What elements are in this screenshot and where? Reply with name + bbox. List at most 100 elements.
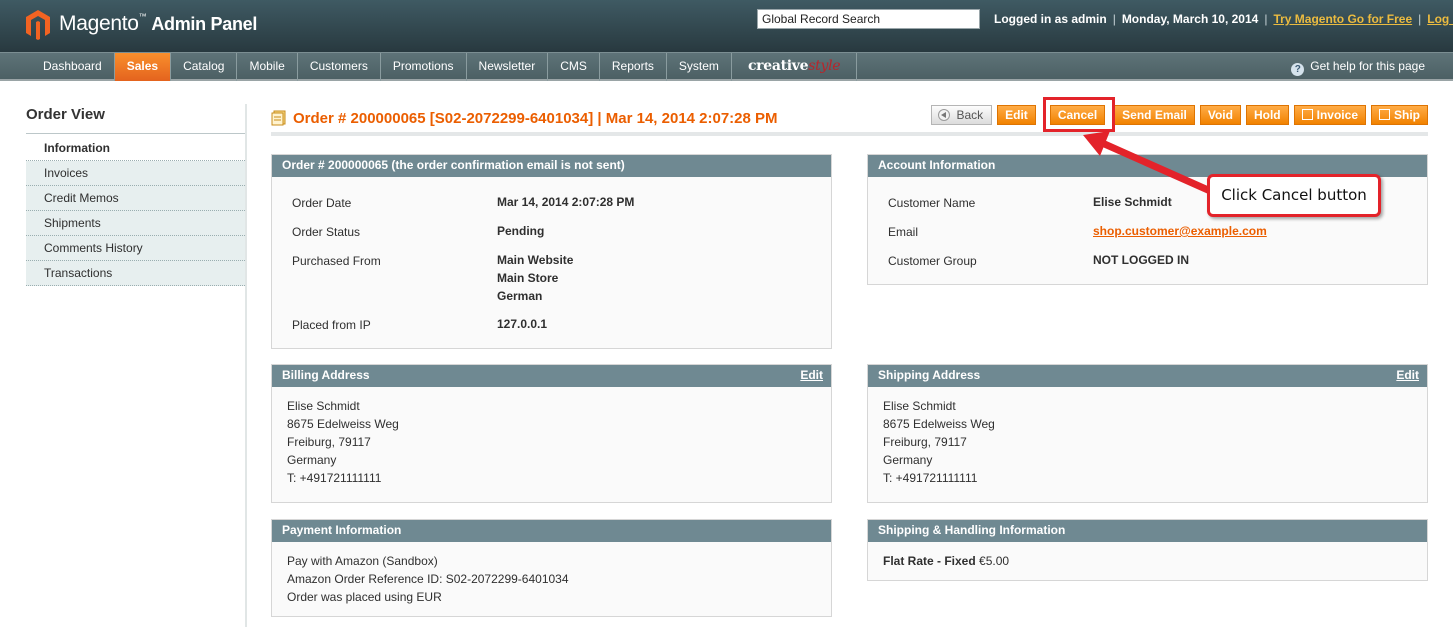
shipping-method-price: €5.00 bbox=[979, 554, 1010, 568]
shipping-line: Elise Schmidt bbox=[883, 399, 956, 413]
logo-brand: Magento bbox=[59, 12, 139, 35]
admin-header: Magento™ Admin Panel Logged in as admin | M… bbox=[0, 0, 1453, 52]
customer-group-value: NOT LOGGED IN bbox=[1093, 253, 1189, 267]
title-divider bbox=[271, 132, 1428, 136]
creative-text: creative bbox=[747, 58, 809, 74]
cancel-highlight-annotation bbox=[1043, 97, 1115, 132]
purchased-store: Main Store bbox=[497, 271, 559, 285]
header-date: Monday, March 10, 2014 bbox=[1121, 12, 1259, 26]
billing-edit-link[interactable]: Edit bbox=[800, 365, 823, 386]
order-info-box: Order # 200000065 (the order confirmatio… bbox=[271, 154, 832, 349]
shipping-line: Germany bbox=[883, 453, 933, 467]
help-icon: ? bbox=[1291, 63, 1305, 76]
tab-shipments[interactable]: Shipments bbox=[26, 211, 245, 236]
invoice-label: Invoice bbox=[1316, 108, 1358, 122]
logout-link[interactable]: Log Out bbox=[1427, 12, 1453, 26]
email-label: Email bbox=[888, 225, 919, 239]
header-user-info: Logged in as admin | Monday, March 10, 201… bbox=[994, 12, 1453, 26]
nav-creativestyle[interactable]: creativestyle bbox=[732, 53, 858, 81]
billing-line: Elise Schmidt bbox=[287, 399, 360, 413]
shipping-edit-link[interactable]: Edit bbox=[1396, 365, 1419, 386]
placed-ip-label: Placed from IP bbox=[292, 318, 371, 332]
tab-transactions[interactable]: Transactions bbox=[26, 261, 245, 286]
help-label: Get help for this page bbox=[1310, 59, 1425, 73]
order-date-value: Mar 14, 2014 2:07:28 PM bbox=[497, 195, 635, 209]
billing-address-box: Billing Address Edit Elise Schmidt 8675 E… bbox=[271, 364, 832, 503]
ship-label: Ship bbox=[1394, 108, 1420, 122]
payment-line: Pay with Amazon (Sandbox) bbox=[287, 554, 438, 568]
billing-line: 8675 Edelweiss Weg bbox=[287, 417, 399, 431]
logo-tm: ™ bbox=[138, 12, 147, 21]
order-date-label: Order Date bbox=[292, 196, 352, 210]
ship-button[interactable]: Ship bbox=[1371, 105, 1428, 125]
purchased-storeview: German bbox=[497, 289, 543, 303]
order-icon bbox=[271, 110, 286, 126]
help-link[interactable]: ? Get help for this page bbox=[1291, 53, 1425, 81]
shipping-line: T: +491721111111 bbox=[883, 471, 978, 485]
global-search-input[interactable] bbox=[757, 9, 980, 29]
send-email-button[interactable]: Send Email bbox=[1114, 105, 1195, 125]
order-status-value: Pending bbox=[497, 224, 545, 238]
sidebar-divider bbox=[26, 133, 245, 134]
billing-address-header: Billing Address Edit bbox=[272, 365, 831, 387]
tab-comments-history[interactable]: Comments History bbox=[26, 236, 245, 261]
shipping-method-box: Shipping & Handling Information Flat Rat… bbox=[867, 519, 1428, 581]
customer-name-label: Customer Name bbox=[888, 196, 976, 210]
payment-info-header: Payment Information bbox=[272, 520, 831, 542]
tab-credit-memos[interactable]: Credit Memos bbox=[26, 186, 245, 211]
sidebar-title: Order View bbox=[26, 106, 105, 123]
invoice-button[interactable]: Invoice bbox=[1293, 105, 1366, 125]
tab-information[interactable]: Information bbox=[26, 136, 245, 161]
separator: | bbox=[1112, 12, 1116, 26]
customer-group-label: Customer Group bbox=[888, 254, 977, 268]
logged-in-text: Logged in as admin bbox=[994, 12, 1107, 26]
hold-button[interactable]: Hold bbox=[1245, 105, 1289, 125]
billing-line: T: +491721111111 bbox=[287, 471, 382, 485]
invoice-icon bbox=[1301, 109, 1313, 120]
logo-sub: Admin Panel bbox=[151, 14, 258, 34]
purchased-website: Main Website bbox=[497, 253, 574, 267]
click-cancel-callout: Click Cancel button bbox=[1207, 174, 1381, 217]
nav-mobile[interactable]: Mobile bbox=[237, 53, 298, 81]
separator: | bbox=[1418, 12, 1422, 26]
shipping-method-header: Shipping & Handling Information bbox=[868, 520, 1427, 542]
nav-reports[interactable]: Reports bbox=[600, 53, 667, 81]
nav-dashboard[interactable]: Dashboard bbox=[27, 53, 115, 81]
edit-button[interactable]: Edit bbox=[997, 105, 1036, 125]
nav-catalog[interactable]: Catalog bbox=[171, 53, 238, 81]
shipping-address-box: Shipping Address Edit Elise Schmidt 8675 … bbox=[867, 364, 1428, 503]
billing-line: Germany bbox=[287, 453, 337, 467]
back-button[interactable]: Back bbox=[931, 105, 993, 125]
try-magento-link[interactable]: Try Magento Go for Free bbox=[1273, 12, 1412, 26]
shipping-address-header: Shipping Address Edit bbox=[868, 365, 1427, 387]
shipping-method-line: Flat Rate - Fixed €5.00 bbox=[883, 554, 1009, 568]
shipping-address-title: Shipping Address bbox=[878, 368, 981, 382]
shipping-method-name: Flat Rate - Fixed bbox=[883, 554, 976, 568]
style-text: style bbox=[808, 58, 841, 74]
payment-info-box: Payment Information Pay with Amazon (San… bbox=[271, 519, 832, 617]
nav-customers[interactable]: Customers bbox=[298, 53, 381, 81]
magento-logo-icon bbox=[26, 10, 50, 40]
order-info-header: Order # 200000065 (the order confirmatio… bbox=[272, 155, 831, 177]
payment-line: Order was placed using EUR bbox=[287, 590, 442, 604]
nav-sales[interactable]: Sales bbox=[114, 53, 172, 81]
nav-newsletter[interactable]: Newsletter bbox=[467, 53, 549, 81]
customer-email-link[interactable]: shop.customer@example.com bbox=[1093, 224, 1267, 238]
order-tabs: Information Invoices Credit Memos Shipme… bbox=[26, 136, 245, 286]
back-arrow-icon bbox=[938, 109, 951, 121]
main-nav: Dashboard Sales Catalog Mobile Customers… bbox=[0, 52, 1453, 81]
shipping-line: 8675 Edelweiss Weg bbox=[883, 417, 995, 431]
nav-promotions[interactable]: Promotions bbox=[381, 53, 467, 81]
separator: | bbox=[1264, 12, 1268, 26]
placed-ip-value: 127.0.0.1 bbox=[497, 317, 548, 331]
tab-invoices[interactable]: Invoices bbox=[26, 161, 245, 186]
annotation-arrow-icon bbox=[1083, 131, 1212, 194]
order-action-buttons: Back Edit Cancel Send Email Void Hold In… bbox=[926, 105, 1428, 125]
page-title: Order # 200000065 [S02-2072299-6401034] … bbox=[293, 110, 778, 127]
column-divider bbox=[245, 104, 247, 627]
ship-icon bbox=[1379, 109, 1390, 120]
void-button[interactable]: Void bbox=[1199, 105, 1241, 125]
billing-address-title: Billing Address bbox=[282, 368, 370, 382]
nav-system[interactable]: System bbox=[667, 53, 732, 81]
nav-cms[interactable]: CMS bbox=[548, 53, 600, 81]
